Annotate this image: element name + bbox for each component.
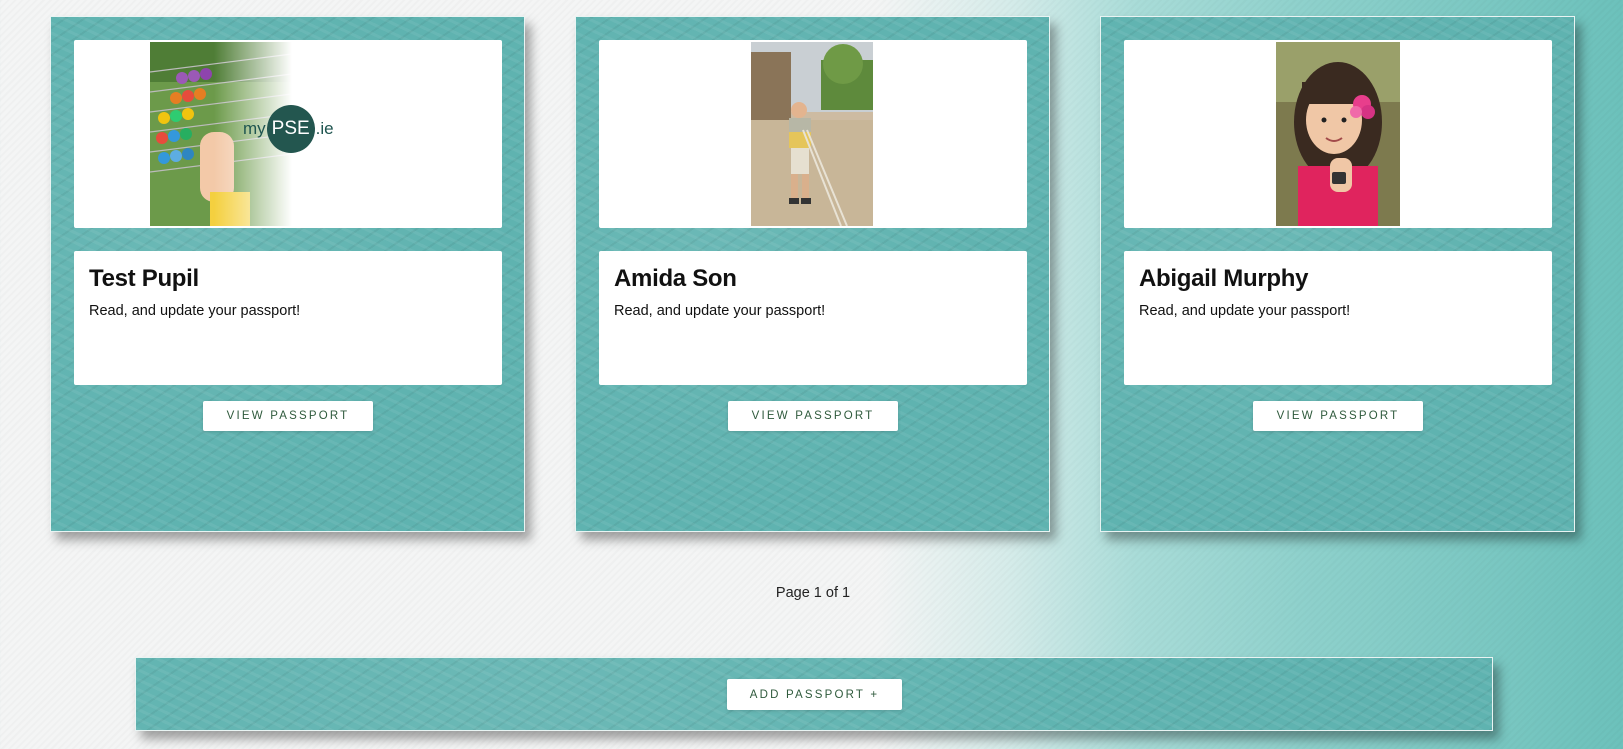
passport-card: Abigail Murphy Read, and update your pas… [1100,16,1575,532]
card-image-panel [599,40,1027,228]
pupil-name: Test Pupil [89,265,199,292]
mypse-logo: my PSE .ie [243,105,334,153]
logo-circle-text: PSE [271,118,310,139]
view-passport-button[interactable]: VIEW PASSPORT [203,401,373,431]
card-text-panel: Abigail Murphy Read, and update your pas… [1124,251,1552,385]
add-passport-button[interactable]: ADD PASSPORT + [727,679,902,710]
passport-card: my PSE .ie Test Pupil Read, and update y… [50,16,525,532]
pagination-text: Page 1 of 1 [775,585,851,601]
view-passport-button[interactable]: VIEW PASSPORT [1253,401,1423,431]
card-description: Read, and update your passport! [1139,303,1351,319]
pupil-name: Amida Son [614,265,737,292]
pupil-name: Abigail Murphy [1139,265,1309,292]
card-text-panel: Test Pupil Read, and update your passpor… [74,251,502,385]
card-image-panel: my PSE .ie [74,40,502,228]
view-passport-button[interactable]: VIEW PASSPORT [728,401,898,431]
logo-circle: PSE [266,105,315,153]
logo-suffix: .ie [315,119,334,138]
card-description: Read, and update your passport! [89,303,301,319]
girl-photo [1276,42,1400,226]
passport-card: Amida Son Read, and update your passport… [575,16,1050,532]
card-description: Read, and update your passport! [614,303,826,319]
card-text-panel: Amida Son Read, and update your passport… [599,251,1027,385]
card-image-panel [1124,40,1552,228]
add-passport-bar: ADD PASSPORT + [135,657,1493,731]
boy-photo [751,42,873,227]
logo-prefix: my [243,119,266,138]
